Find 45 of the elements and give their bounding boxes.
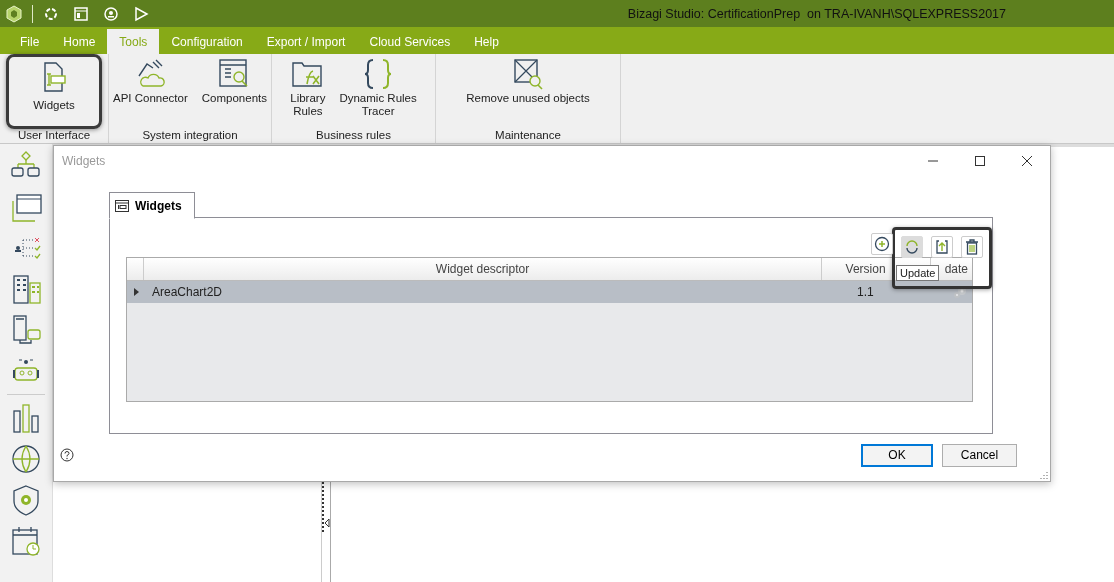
add-icon <box>874 236 890 252</box>
group-label: Maintenance <box>495 129 561 141</box>
toolbar-button[interactable] <box>961 236 983 258</box>
group-label: System integration <box>142 129 238 141</box>
cancel-button[interactable]: Cancel <box>942 443 1017 467</box>
widget-icon <box>115 199 129 212</box>
expand-arrow-icon[interactable] <box>131 287 140 297</box>
window-title: Bizagi Studio: CertificationPrep on TRA-IVANH\SQLEXPRESS2017 <box>627 6 1006 21</box>
ribbon-button[interactable]: Remove unused objects <box>460 54 596 129</box>
windows-icon[interactable] <box>9 191 43 223</box>
ribbon-button[interactable]: Widgets <box>6 54 102 129</box>
table-cell-text: 1.1 <box>856 284 875 301</box>
ok-button[interactable]: OK <box>861 443 933 467</box>
ribbon-button[interactable]: Components <box>195 54 273 129</box>
dialog-tab[interactable]: Widgets <box>109 192 195 219</box>
column-header[interactable]: Version <box>845 262 886 276</box>
trash-icon <box>964 239 980 255</box>
ribbon-button[interactable]: API Connector <box>107 54 194 129</box>
calendar-clock-icon[interactable] <box>9 525 43 557</box>
column-header[interactable]: Widget descriptor <box>435 262 530 276</box>
table-cell-text: AreaChart2D <box>151 284 224 301</box>
resize-grip-icon[interactable] <box>1040 471 1048 479</box>
ribbon-button[interactable]: Library Rules <box>284 54 332 129</box>
crossed-box-search-icon <box>511 58 545 90</box>
collapse-arrow-icon[interactable] <box>324 518 330 528</box>
toolbar-button[interactable] <box>871 233 893 255</box>
toolbar-button[interactable] <box>931 236 953 258</box>
group-label: User Interface <box>17 129 91 141</box>
play-icon[interactable] <box>133 5 149 22</box>
window-icon[interactable] <box>73 5 89 22</box>
upload-icon <box>934 239 950 255</box>
refresh-icon <box>904 239 920 255</box>
close-icon[interactable] <box>1021 155 1033 167</box>
cycle-icon[interactable] <box>43 5 59 22</box>
user-circle-icon[interactable] <box>103 5 119 22</box>
tooltip: Update <box>896 265 940 281</box>
logo-icon <box>6 4 22 23</box>
table-row[interactable]: AreaChart2D 1.1 <box>127 281 972 303</box>
maximize-icon[interactable] <box>974 155 986 167</box>
group-label: Business rules <box>316 129 391 141</box>
help-icon[interactable] <box>60 448 74 462</box>
ribbon-button[interactable]: Dynamic Rules Tracer <box>333 54 423 129</box>
globe-icon[interactable] <box>9 443 43 475</box>
column-header[interactable]: date <box>944 262 968 276</box>
dialog-title: Widgets <box>62 154 106 168</box>
